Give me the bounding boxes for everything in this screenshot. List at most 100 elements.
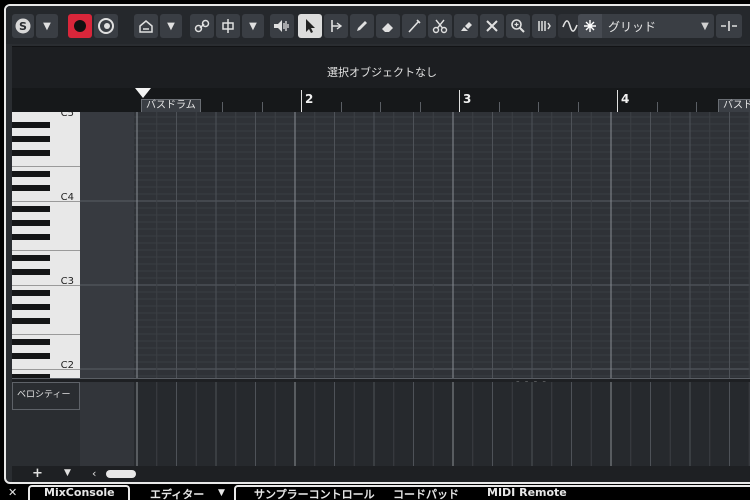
black-key[interactable] — [12, 269, 50, 275]
black-key[interactable] — [12, 339, 50, 345]
acoustic-feedback-button[interactable] — [270, 14, 294, 38]
grid-type-select[interactable]: グリッド ▼ — [578, 14, 714, 38]
line-pen-icon — [408, 19, 421, 33]
glue-icon — [461, 22, 472, 31]
solo-dropdown[interactable]: ▼ — [36, 14, 58, 38]
white-key-divider — [12, 201, 80, 202]
bars-icon — [538, 21, 551, 31]
ruler[interactable]: 2 3 4 バスドラム バスドラ — [12, 88, 750, 113]
close-icon[interactable]: ✕ — [8, 486, 17, 500]
controller-lane-selector[interactable]: ベロシティー — [12, 382, 80, 410]
black-key[interactable] — [12, 136, 50, 142]
velocity-lane[interactable] — [80, 382, 750, 466]
magnifier-icon — [511, 19, 525, 33]
split-tool[interactable] — [428, 14, 452, 38]
beat-tick — [696, 102, 697, 112]
trim-tool[interactable] — [324, 14, 348, 38]
black-key[interactable] — [12, 122, 50, 128]
solo-icon: S — [15, 18, 31, 34]
chevron-down-icon: ▼ — [167, 20, 175, 32]
black-key[interactable] — [12, 234, 50, 240]
lane-presets-dropdown[interactable]: ▼ — [64, 468, 71, 478]
record-button[interactable] — [68, 14, 92, 38]
bar-tick — [459, 90, 460, 112]
eraser-icon — [382, 23, 393, 32]
black-key[interactable] — [12, 185, 50, 191]
quantize-button[interactable] — [716, 14, 742, 38]
white-key-divider — [12, 369, 80, 370]
bar-number: 3 — [463, 92, 472, 106]
object-selection-tool[interactable] — [298, 14, 322, 38]
add-lane-button[interactable]: + — [32, 466, 43, 481]
chevron-down-icon[interactable]: ▼ — [218, 488, 225, 500]
wave-icon — [562, 20, 578, 32]
trim-icon — [331, 20, 343, 32]
chevron-down-icon: ▼ — [43, 20, 51, 32]
tab-editor[interactable]: エディター — [150, 486, 204, 500]
automation-dropdown[interactable]: ▼ — [160, 14, 182, 38]
black-key[interactable] — [12, 304, 50, 310]
snap-icon — [578, 14, 602, 38]
grid-lines — [80, 112, 750, 378]
black-key[interactable] — [12, 290, 50, 296]
comp-tool[interactable] — [532, 14, 556, 38]
key-label-c5: C5 — [60, 112, 74, 119]
bar-number: 2 — [305, 92, 314, 106]
scissors-icon — [432, 19, 448, 34]
grid-type-value: グリッド — [608, 19, 657, 34]
quantize-icon — [721, 21, 737, 31]
solo-button[interactable]: S — [12, 14, 34, 38]
black-key[interactable] — [12, 220, 50, 226]
lower-zone-tabs: ✕ MixConsole エディター ▼ サンプラーコントロール コードパッド … — [0, 484, 750, 500]
piano-keyboard[interactable]: C5 C4 C3 C2 — [12, 112, 80, 378]
bar-tick — [301, 90, 302, 112]
event-name-marker[interactable]: バスドラム — [141, 99, 201, 113]
note-grid[interactable] — [80, 112, 750, 378]
cursor-arrow-icon — [306, 19, 315, 33]
horizontal-scrollbar-thumb[interactable] — [106, 470, 136, 478]
svg-text:S: S — [19, 20, 27, 33]
beat-tick — [222, 102, 223, 112]
zoom-tool[interactable] — [506, 14, 530, 38]
move-icon — [222, 19, 234, 33]
automation-button[interactable] — [134, 14, 158, 38]
black-key[interactable] — [12, 255, 50, 261]
record-icon — [74, 20, 86, 32]
draw-tool[interactable] — [350, 14, 374, 38]
beat-tick — [420, 102, 421, 112]
playhead-marker[interactable] — [135, 88, 151, 98]
beat-tick — [538, 102, 539, 112]
auto-scroll-icon — [98, 18, 114, 34]
pencil-icon — [357, 21, 367, 31]
tab-sampler-control[interactable]: サンプラーコントロール — [254, 486, 375, 500]
link-icon — [194, 19, 210, 33]
beat-tick — [380, 102, 381, 112]
black-key[interactable] — [12, 171, 50, 177]
tab-chord-pads[interactable]: コードパッド — [393, 486, 459, 500]
black-key[interactable] — [12, 150, 50, 156]
glue-tool[interactable] — [454, 14, 478, 38]
x-icon — [486, 20, 498, 32]
bar-tick — [617, 90, 618, 112]
link-button[interactable] — [190, 14, 214, 38]
black-key[interactable] — [12, 353, 50, 359]
scroll-left-icon[interactable]: ‹ — [92, 467, 96, 480]
tab-midi-remote[interactable]: MIDI Remote — [487, 486, 567, 500]
line-tool[interactable] — [402, 14, 426, 38]
info-line: 選択オブジェクトなし — [12, 46, 750, 88]
beat-tick — [499, 102, 500, 112]
editor-bottom-bar: + ▼ ‹ — [12, 466, 750, 482]
white-key-divider — [12, 334, 80, 335]
velocity-grid-lines — [136, 382, 750, 466]
mute-tool[interactable] — [480, 14, 504, 38]
black-key[interactable] — [12, 206, 50, 212]
black-key[interactable] — [12, 318, 50, 324]
key-editor-panel: S ▼ ▼ ▼ グリッド ▼ 選択オブジェクトなし 2 3 4 バスドラム バス… — [4, 4, 750, 484]
event-name-marker[interactable]: バスドラ — [718, 99, 750, 113]
erase-tool[interactable] — [376, 14, 400, 38]
white-key-divider — [12, 166, 80, 167]
insert-velocity-button[interactable] — [216, 14, 240, 38]
insert-velocity-dropdown[interactable]: ▼ — [242, 14, 264, 38]
tab-mixconsole[interactable]: MixConsole — [44, 486, 115, 500]
auto-scroll-button[interactable] — [94, 14, 118, 38]
